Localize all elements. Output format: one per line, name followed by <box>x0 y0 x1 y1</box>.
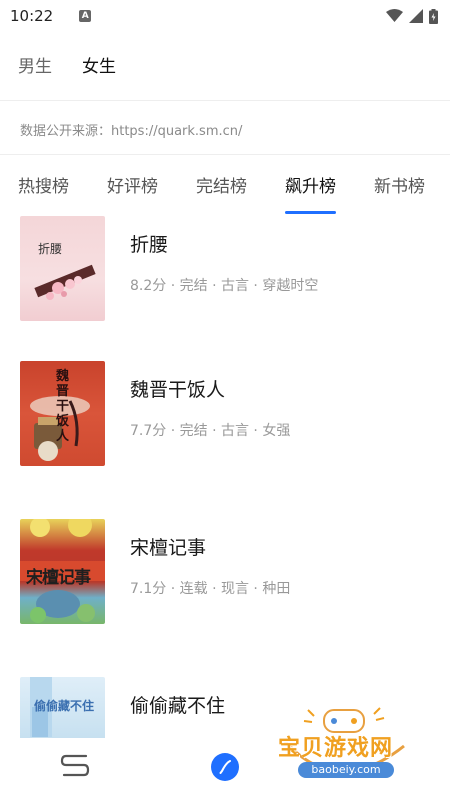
book-item[interactable]: 折腰 折腰 8.2分 · 完结 · 古言 · 穿越时空 <box>0 216 450 336</box>
book-item[interactable]: 宋檀记事 宋檀记事 7.1分 · 连载 · 现言 · 种田 <box>0 519 450 639</box>
book-title: 宋檀记事 <box>130 537 207 559</box>
book-title: 魏晋干饭人 <box>130 379 226 401</box>
signal-icon <box>409 9 423 23</box>
book-title: 偷偷藏不住 <box>130 695 226 717</box>
wifi-icon <box>386 9 403 22</box>
nav-discover[interactable] <box>210 752 240 786</box>
book-title: 折腰 <box>130 234 169 256</box>
source-divider <box>0 154 450 155</box>
book-meta: 7.7分 · 完结 · 古言 · 女强 <box>130 423 291 439</box>
tab-female[interactable]: 女生 <box>82 52 116 77</box>
status-indicators <box>386 8 438 24</box>
cover-title: 魏晋干饭人 <box>56 369 70 444</box>
status-time: 10:22 <box>10 7 54 25</box>
gender-tabs: 男生 女生 <box>18 52 116 77</box>
cover-title: 宋檀记事 <box>26 568 91 588</box>
watermark-logo: 宝贝游戏网 baobeiy.com <box>276 700 436 792</box>
tab-hot-search[interactable]: 热搜榜 <box>0 172 69 216</box>
tab-new-books[interactable]: 新书榜 <box>356 172 425 216</box>
book-meta: 7.1分 · 连载 · 现言 · 种田 <box>130 581 291 597</box>
book-cover: 偷偷藏不住 <box>20 677 105 738</box>
cover-title: 折腰 <box>38 242 63 256</box>
battery-icon <box>429 8 438 24</box>
watermark-text: 宝贝游戏网 <box>278 736 394 761</box>
tab-completed[interactable]: 完结榜 <box>178 172 247 216</box>
watermark-url: baobeiy.com <box>298 762 394 778</box>
bookshelf-icon <box>60 754 90 777</box>
tab-rising[interactable]: 飙升榜 <box>267 172 336 216</box>
cover-art <box>34 264 96 300</box>
data-source-note: 数据公开来源：https://quark.sm.cn/ <box>20 124 243 139</box>
book-cover: 宋檀记事 <box>20 519 105 624</box>
nav-bookshelf[interactable] <box>60 752 90 784</box>
tab-male[interactable]: 男生 <box>18 52 52 77</box>
compass-icon <box>211 753 239 781</box>
rank-tabs: 热搜榜 好评榜 完结榜 飙升榜 新书榜 <box>0 172 450 216</box>
tab-good-review[interactable]: 好评榜 <box>89 172 158 216</box>
status-bar: 10:22 A <box>0 0 450 32</box>
book-item[interactable]: 魏晋干饭人 魏晋干饭人 7.7分 · 完结 · 古言 · 女强 <box>0 361 450 481</box>
book-meta: 8.2分 · 完结 · 古言 · 穿越时空 <box>130 278 319 294</box>
book-cover: 折腰 <box>20 216 105 321</box>
header-divider <box>0 100 450 101</box>
cover-title: 偷偷藏不住 <box>34 699 95 713</box>
notification-icon: A <box>79 10 92 22</box>
book-cover: 魏晋干饭人 <box>20 361 105 466</box>
book-list: 折腰 折腰 8.2分 · 完结 · 古言 · 穿越时空 魏晋干饭人 魏晋干饭人 … <box>0 216 450 738</box>
